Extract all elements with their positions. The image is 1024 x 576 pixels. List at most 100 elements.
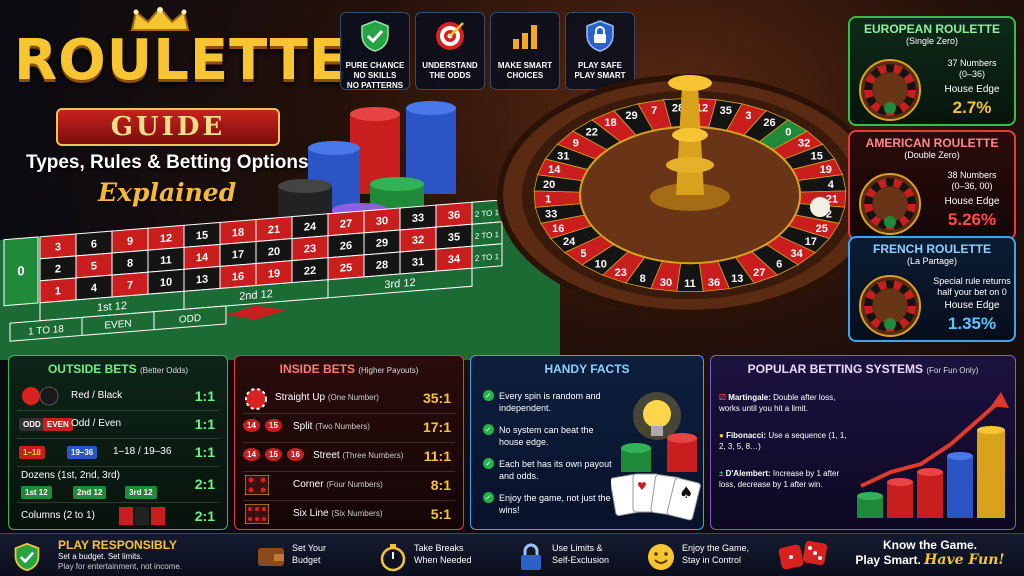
table-number: 7 bbox=[127, 279, 133, 291]
roulette-wheel: 12 35 326032151942122517346271336113082310… bbox=[497, 74, 880, 316]
wheel-number: 19 bbox=[820, 164, 832, 176]
number-chip: 14 bbox=[243, 448, 260, 461]
bet-odds: 2:1 bbox=[194, 508, 215, 524]
bet-detail: (Six Numbers) bbox=[331, 509, 383, 518]
plus-minus-icon: ± bbox=[719, 469, 726, 478]
table-number: 3 bbox=[55, 241, 61, 253]
tip-line: Budget bbox=[292, 555, 321, 565]
dozen-chip: 1st 12 bbox=[21, 486, 52, 499]
table-number: 31 bbox=[412, 256, 424, 269]
bet-row: Red / Black 1:1 bbox=[9, 382, 227, 410]
outside-label: EVEN bbox=[104, 318, 131, 331]
bet-odds: 5:1 bbox=[430, 506, 451, 522]
table-number: 21 bbox=[268, 224, 280, 237]
table-number: 9 bbox=[127, 235, 133, 247]
number-chip: 14 bbox=[243, 419, 260, 432]
responsibly-line: Set a budget. Set limits. bbox=[58, 552, 143, 561]
variant-sub: (Single Zero) bbox=[905, 36, 959, 46]
table-number: 10 bbox=[160, 276, 172, 289]
wheel-number: 27 bbox=[753, 267, 765, 279]
wheel-number: 23 bbox=[615, 267, 627, 279]
zero-label: 0 bbox=[17, 263, 24, 279]
playing-cards-icon: ♥ ♠ bbox=[611, 473, 701, 521]
fact-item: ✓ Every spin is random and independent. bbox=[483, 390, 617, 414]
wheel-number: 26 bbox=[763, 117, 775, 129]
system-item: ± D'Alembert: Increase by 1 after loss, … bbox=[719, 468, 851, 490]
tile-line: PURE CHANCE bbox=[345, 61, 405, 70]
six-line-grid-icon bbox=[245, 504, 269, 524]
tile-line: NO PATTERNS bbox=[346, 81, 404, 90]
infographic: ROULETTE GUIDE Types, Rules & Betting Op… bbox=[0, 0, 1024, 576]
fact-text: Enjoy the game, not just the wins! bbox=[499, 493, 611, 515]
house-edge-label: House Edge bbox=[944, 84, 1000, 95]
wheel-number: 32 bbox=[798, 138, 810, 150]
lightbulb-icon bbox=[633, 392, 681, 440]
stopwatch-icon bbox=[380, 544, 406, 572]
wheel-number: 29 bbox=[625, 110, 637, 122]
fact-item: ✓ Each bet has its own payout and odds. bbox=[483, 458, 617, 482]
wheel-number: 20 bbox=[543, 179, 555, 191]
svg-text:♥: ♥ bbox=[637, 480, 647, 493]
variant-sub: (La Partage) bbox=[906, 256, 958, 266]
table-number: 26 bbox=[340, 240, 352, 253]
wheel-number: 8 bbox=[640, 273, 646, 285]
bet-odds: 2:1 bbox=[194, 476, 215, 492]
wheel-number: 4 bbox=[828, 179, 835, 191]
wheel-number: 11 bbox=[684, 278, 696, 290]
outside-label: ODD bbox=[179, 313, 201, 326]
house-edge-value: 5.26% bbox=[947, 210, 997, 229]
mini-wheel-icon bbox=[859, 173, 921, 235]
bet-detail: (One Number) bbox=[327, 393, 379, 402]
footer-bar: PLAY RESPONSIBLY Set a budget. Set limit… bbox=[0, 533, 1024, 576]
responsibly-title: PLAY RESPONSIBLY bbox=[58, 538, 177, 552]
wheel-number: 24 bbox=[563, 236, 576, 248]
table-number: 18 bbox=[232, 226, 244, 239]
wheel-number: 33 bbox=[545, 209, 557, 221]
corner-grid-icon bbox=[245, 475, 269, 495]
bet-label: Columns (2 to 1) bbox=[21, 510, 95, 521]
high-chip: 19–36 bbox=[67, 446, 98, 459]
check-icon: ✓ bbox=[483, 458, 494, 469]
bet-detail: (Four Numbers) bbox=[326, 480, 383, 489]
tip-line: Set Your bbox=[292, 543, 327, 553]
betting-systems-panel: POPULAR BETTING SYSTEMS (For Fun Only) ⚂… bbox=[710, 355, 1016, 530]
table-number: 24 bbox=[304, 221, 317, 234]
svg-text:♠: ♠ bbox=[679, 483, 693, 502]
check-icon: ✓ bbox=[483, 424, 494, 435]
table-number: 12 bbox=[160, 232, 172, 245]
dice-icon bbox=[778, 540, 828, 570]
table-number: 27 bbox=[340, 218, 352, 231]
dozen-chip: 3rd 12 bbox=[125, 486, 157, 499]
odd-chip: ODD bbox=[19, 418, 45, 431]
handy-facts-panel: HANDY FACTS ✓ Every spin is random and in… bbox=[470, 355, 704, 530]
bet-row: 14 15 16 Street (Three Numbers) 11:1 bbox=[235, 442, 463, 470]
lightbulb-cards-illustration: ♥ ♠ bbox=[611, 392, 701, 521]
system-item: ● Fibonacci: Use a sequence (1, 1, 2, 3,… bbox=[719, 430, 851, 452]
tile-line: NO SKILLS bbox=[353, 71, 397, 80]
bet-row: Corner (Four Numbers) 8:1 bbox=[235, 471, 463, 499]
bet-row: Six Line (Six Numbers) 5:1 bbox=[235, 500, 463, 528]
footer-tip: Enjoy the Game, Stay in Control bbox=[642, 540, 766, 572]
table-number: 1 bbox=[55, 285, 61, 297]
wheel-number: 10 bbox=[595, 258, 607, 270]
american-roulette-panel: AMERICAN ROULETTE (Double Zero) 38 Numbe… bbox=[848, 130, 1016, 240]
tip-line: Enjoy the Game, bbox=[682, 543, 750, 553]
chip-stack-icon bbox=[857, 426, 1005, 518]
tip-line: Self-Exclusion bbox=[552, 555, 610, 565]
panel-title: HANDY FACTS bbox=[544, 362, 630, 376]
system-item: ⚂ Martingale: Double after loss, works u… bbox=[719, 392, 851, 414]
wheel-number: 9 bbox=[573, 138, 579, 150]
house-edge-value: 1.35% bbox=[947, 314, 997, 333]
table-number: 28 bbox=[376, 259, 388, 272]
bet-label: Dozens (1st, 2nd, 3rd) bbox=[21, 470, 120, 481]
play-responsibly: PLAY RESPONSIBLY Set a budget. Set limit… bbox=[12, 538, 212, 572]
closing-fun: Have Fun! bbox=[924, 552, 1005, 568]
bet-odds: 35:1 bbox=[422, 390, 451, 406]
dozen-label: 1st 12 bbox=[97, 300, 127, 314]
variant-range: (0–36) bbox=[958, 69, 985, 79]
bet-row: 14 15 Split (Two Numbers) 17:1 bbox=[235, 413, 463, 441]
wheel-number: 1 bbox=[545, 194, 551, 206]
panel-title: POPULAR BETTING SYSTEMS bbox=[747, 362, 923, 376]
tip-line: When Needed bbox=[414, 555, 472, 565]
fact-item: ✓ No system can beat the house edge. bbox=[483, 424, 617, 448]
